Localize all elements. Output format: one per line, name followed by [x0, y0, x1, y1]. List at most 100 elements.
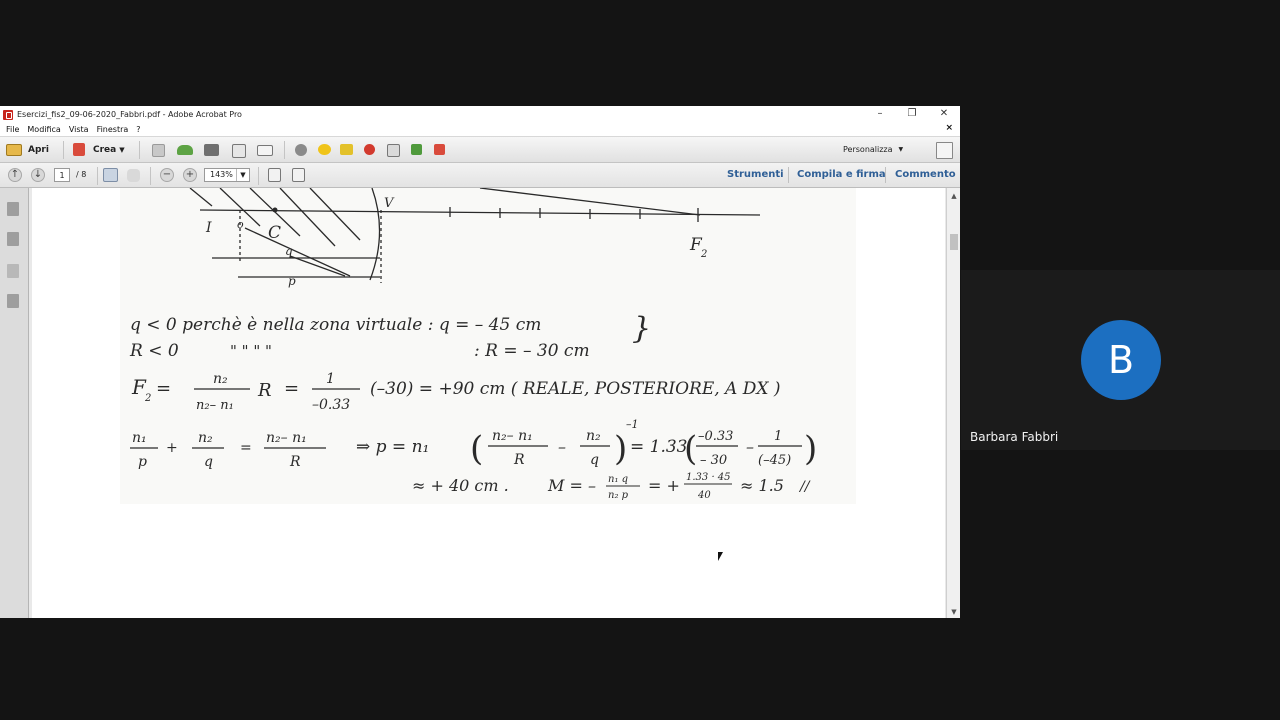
- highlight-icon[interactable]: [340, 144, 353, 155]
- participant-tile[interactable]: B Barbara Fabbri: [961, 270, 1280, 450]
- open-paren: (: [470, 429, 483, 469]
- pages-icon[interactable]: [7, 202, 19, 216]
- f2-subscript: 2: [144, 393, 151, 404]
- m-equals: = +: [648, 476, 680, 495]
- image-label: I: [205, 220, 212, 236]
- open-button[interactable]: Apri: [6, 141, 49, 158]
- menu-finestra[interactable]: Finestra: [97, 125, 129, 134]
- menu-vista[interactable]: Vista: [69, 125, 89, 134]
- arrow-up-icon[interactable]: ↑: [8, 168, 22, 182]
- center-point: [272, 207, 278, 213]
- forms-icon[interactable]: [434, 144, 445, 155]
- combine-icon[interactable]: [411, 144, 422, 155]
- cloud-upload-icon[interactable]: [177, 145, 193, 155]
- line-2-ditto: " " " ": [230, 342, 272, 360]
- fit-width-icon[interactable]: [292, 168, 305, 182]
- participant-name: Barbara Fabbri: [970, 430, 1059, 444]
- save-icon[interactable]: [152, 144, 165, 157]
- fill-sign-link[interactable]: Compila e firma: [797, 169, 886, 180]
- acrobat-icon: [3, 109, 13, 120]
- fraction-value-2-num: 1: [774, 429, 782, 444]
- restore-button[interactable]: ❐: [896, 106, 928, 123]
- expand-icon[interactable]: [936, 142, 953, 159]
- close-paren-2: ): [804, 429, 817, 469]
- n2-symbol-2: n₂: [586, 428, 601, 444]
- create-label: Crea: [93, 144, 117, 155]
- open-label: Apri: [28, 144, 49, 155]
- signature-icon[interactable]: [7, 294, 19, 308]
- object-label: o: [237, 218, 244, 231]
- page-number-input[interactable]: 1: [54, 168, 70, 182]
- toolbar-divider: [258, 167, 259, 185]
- fraction-denominator: n₂– n₁: [196, 398, 234, 413]
- exponent: –1: [626, 418, 639, 431]
- minimize-button[interactable]: –: [864, 106, 896, 123]
- avatar: B: [1081, 320, 1161, 400]
- m-result: ≈ 1.5: [740, 476, 784, 495]
- n2-n1-symbol: n₂– n₁: [266, 430, 307, 446]
- arrow-down-icon[interactable]: ↓: [31, 168, 45, 182]
- redact-icon[interactable]: [364, 144, 375, 155]
- toolbar-divider: [150, 167, 151, 185]
- email-icon[interactable]: [257, 145, 273, 156]
- implies-p: ⇒ p = n₁: [356, 437, 429, 457]
- close-document-button[interactable]: ×: [945, 123, 953, 133]
- p-symbol: p: [138, 454, 147, 470]
- plus-sign: +: [166, 440, 178, 456]
- handwritten-notes: V I o C q p F 2 q < 0 perchè è nella zon…: [129, 188, 817, 501]
- line-2-right: : R = – 30 cm: [474, 341, 590, 361]
- m-value-den: 40: [697, 490, 711, 501]
- hand-tool-icon[interactable]: [127, 169, 140, 182]
- fraction-value-1-num: –0.33: [698, 429, 733, 444]
- menu-file[interactable]: File: [6, 125, 19, 134]
- title-bar: Esercizi_fis2_09-06-2020_Fabbri.pdf - Ad…: [0, 106, 960, 123]
- comment-bubble-icon[interactable]: [318, 144, 331, 155]
- scroll-down-icon[interactable]: ▼: [949, 608, 959, 616]
- scrollbar-thumb[interactable]: [950, 234, 958, 250]
- navigation-pane: [0, 188, 29, 618]
- q-symbol: q: [204, 454, 213, 470]
- q-label: q: [285, 244, 293, 258]
- fit-page-icon[interactable]: [268, 168, 281, 182]
- scanned-page: V I o C q p F 2 q < 0 perchè è nella zon…: [120, 188, 856, 504]
- toolbar-divider: [788, 167, 789, 183]
- edit-icon[interactable]: [232, 144, 246, 158]
- m-fraction-num: n₁ q: [608, 474, 628, 485]
- r-symbol-3: R: [513, 452, 525, 468]
- settings-icon[interactable]: [295, 144, 307, 156]
- equals-sign: =: [240, 440, 252, 456]
- equals-sign: =: [284, 378, 299, 399]
- fraction-numerator: n₂: [213, 371, 228, 387]
- line-5-left: ≈ + 40 cm .: [412, 476, 509, 495]
- acrobat-window: Esercizi_fis2_09-06-2020_Fabbri.pdf - Ad…: [0, 106, 960, 618]
- customize-button[interactable]: Personalizza ▼: [843, 141, 903, 158]
- create-button[interactable]: Crea ▼: [73, 141, 125, 158]
- bookmark-icon[interactable]: [7, 232, 19, 246]
- customize-label: Personalizza: [843, 145, 893, 154]
- select-cursor-icon[interactable]: [103, 168, 118, 182]
- zoom-in-icon[interactable]: +: [183, 168, 197, 182]
- print-icon[interactable]: [204, 144, 219, 156]
- chevron-down-icon: ▼: [236, 169, 249, 181]
- vertical-scrollbar[interactable]: ▲ ▼: [946, 188, 960, 618]
- toolbar-divider: [63, 141, 64, 159]
- attachment-icon[interactable]: [7, 264, 19, 278]
- close-button[interactable]: ✕: [928, 106, 960, 123]
- search-document-icon[interactable]: [387, 144, 400, 157]
- zoom-select[interactable]: 143% ▼: [204, 168, 250, 182]
- fraction-value-2-den: (–45): [758, 453, 791, 468]
- minus-sign: –: [558, 437, 566, 456]
- menu-help[interactable]: ?: [136, 125, 140, 134]
- zoom-value: 143%: [210, 170, 233, 179]
- menu-modifica[interactable]: Modifica: [27, 125, 60, 134]
- magnification-label: M = –: [547, 476, 596, 495]
- folder-icon: [6, 143, 22, 156]
- tools-link[interactable]: Strumenti: [727, 169, 784, 180]
- scroll-up-icon[interactable]: ▲: [949, 192, 959, 200]
- zoom-out-icon[interactable]: −: [160, 168, 174, 182]
- comment-link[interactable]: Commento: [895, 169, 956, 180]
- menu-bar: File Modifica Vista Finestra ? ×: [0, 123, 960, 137]
- toolbar-divider: [885, 167, 886, 183]
- m-fraction-den: n₂ p: [608, 490, 629, 501]
- document-view[interactable]: V I o C q p F 2 q < 0 perchè è nella zon…: [32, 188, 945, 618]
